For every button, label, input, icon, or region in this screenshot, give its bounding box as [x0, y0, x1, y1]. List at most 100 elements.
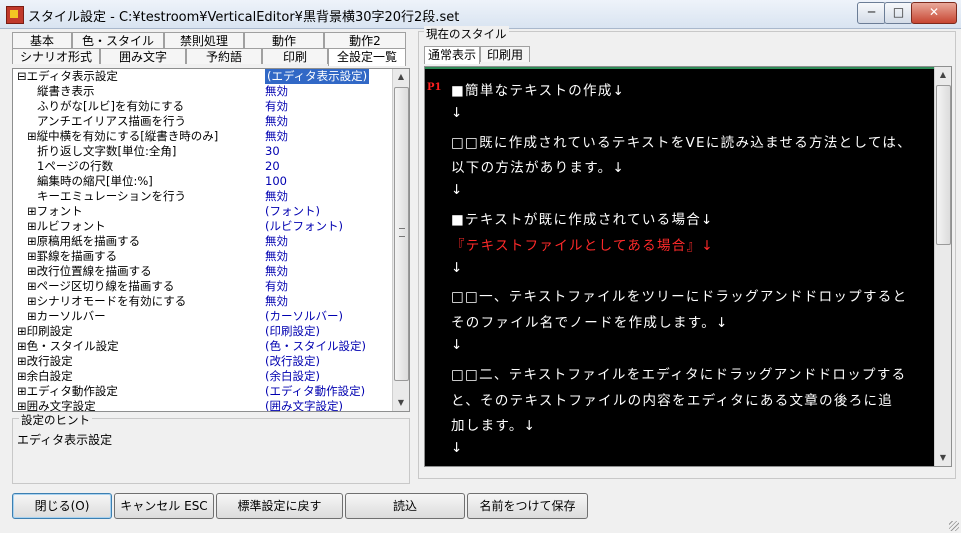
- close-button[interactable]: 閉じる(O): [12, 493, 112, 519]
- property-value[interactable]: 100: [265, 174, 287, 189]
- property-value[interactable]: 無効: [265, 189, 288, 204]
- property-scrollbar[interactable]: ▲ ▼: [392, 69, 409, 411]
- tab-behavior[interactable]: 動作: [244, 32, 324, 48]
- property-row[interactable]: ⊞シナリオモードを有効にする 無効: [13, 294, 393, 309]
- style-settings-window: スタイル設定 - C:¥testroom¥VerticalEditor¥黒背景横…: [0, 0, 961, 533]
- tab-print-view[interactable]: 印刷用: [480, 46, 530, 62]
- load-button[interactable]: 読込: [345, 493, 465, 519]
- maximize-button[interactable]: □: [884, 2, 913, 24]
- tab-basic[interactable]: 基本: [12, 32, 72, 48]
- property-value[interactable]: 無効: [265, 294, 288, 309]
- tab-all-settings[interactable]: 全設定一覧: [328, 48, 406, 66]
- property-row[interactable]: ⊞フォント (フォント): [13, 204, 393, 219]
- property-name: ⊞原稿用紙を描画する: [27, 234, 141, 248]
- property-value[interactable]: 無効: [265, 114, 288, 129]
- property-value[interactable]: 無効: [265, 234, 288, 249]
- scroll-down-arrow-icon[interactable]: ▼: [393, 395, 409, 411]
- property-name: ⊞カーソルバー: [27, 309, 106, 323]
- property-row[interactable]: ⊞エディタ動作設定 (エディタ動作設定): [13, 384, 393, 399]
- property-row[interactable]: ⊞罫線を描画する 無効: [13, 249, 393, 264]
- property-value[interactable]: 有効: [265, 279, 288, 294]
- property-grid[interactable]: ⊟エディタ表示設定 (エディタ表示設定) 縦書き表示 無効 ふりがな[ルビ]を有効にする…: [12, 68, 410, 412]
- property-row[interactable]: ⊟エディタ表示設定 (エディタ表示設定): [13, 69, 393, 84]
- property-row[interactable]: ふりがな[ルビ]を有効にする 有効: [13, 99, 393, 114]
- property-name: ⊞ページ区切り線を描画する: [27, 279, 175, 293]
- settings-tabs-row2: シナリオ形式 囲み文字 予約語 印刷 全設定一覧: [12, 48, 406, 66]
- property-row[interactable]: ⊞印刷設定 (印刷設定): [13, 324, 393, 339]
- property-row[interactable]: 編集時の縮尺[単位:%] 100: [13, 174, 393, 189]
- property-value[interactable]: (フォント): [265, 204, 320, 219]
- property-row[interactable]: 1ページの行数 20: [13, 159, 393, 174]
- tab-enclosing-chars[interactable]: 囲み文字: [100, 48, 186, 64]
- property-row[interactable]: ⊞原稿用紙を描画する 無効: [13, 234, 393, 249]
- property-row[interactable]: ⊞カーソルバー (カーソルバー): [13, 309, 393, 324]
- property-value[interactable]: (カーソルバー): [265, 309, 343, 324]
- tab-normal-view[interactable]: 通常表示: [424, 46, 480, 64]
- property-name: ⊞シナリオモードを有効にする: [27, 294, 187, 308]
- title-bar[interactable]: スタイル設定 - C:¥testroom¥VerticalEditor¥黒背景横…: [0, 0, 961, 29]
- preview-scroll-thumb[interactable]: [936, 85, 951, 245]
- property-value[interactable]: (印刷設定): [265, 324, 320, 339]
- preview-line: ↓: [451, 337, 464, 353]
- tab-color-style[interactable]: 色・スタイル: [72, 32, 164, 48]
- property-value[interactable]: (囲み文字設定): [265, 399, 343, 411]
- property-value[interactable]: 30: [265, 144, 280, 159]
- property-row[interactable]: 折り返し文字数[単位:全角] 30: [13, 144, 393, 159]
- tab-print[interactable]: 印刷: [262, 48, 328, 64]
- preview-scroll-down-icon[interactable]: ▼: [935, 450, 951, 466]
- property-value[interactable]: 無効: [265, 249, 288, 264]
- property-value[interactable]: (色・スタイル設定): [265, 339, 366, 354]
- property-name: ⊞改行設定: [17, 354, 73, 368]
- preview-line: □□二、テキストファイルをエディタにドラッグアンドドロップする: [451, 366, 907, 383]
- preview-scroll-up-icon[interactable]: ▲: [935, 67, 951, 83]
- property-value[interactable]: 無効: [265, 84, 288, 99]
- property-name: ⊟エディタ表示設定: [17, 69, 118, 83]
- property-value[interactable]: 無効: [265, 129, 288, 144]
- preview-top-line: [425, 67, 951, 69]
- minimize-button[interactable]: ─: [857, 2, 886, 24]
- property-name: 縦書き表示: [37, 84, 95, 98]
- settings-tabs-row1: 基本 色・スタイル 禁則処理 動作 動作2: [12, 32, 406, 48]
- scroll-up-arrow-icon[interactable]: ▲: [393, 69, 409, 85]
- tab-kinsoku[interactable]: 禁則処理: [164, 32, 244, 48]
- property-row[interactable]: ⊞囲み文字設定 (囲み文字設定): [13, 399, 393, 411]
- property-value[interactable]: (エディタ動作設定): [265, 384, 365, 399]
- property-value[interactable]: 20: [265, 159, 280, 174]
- property-name: 編集時の縮尺[単位:%]: [37, 174, 153, 188]
- property-row[interactable]: アンチエイリアス描画を行う 無効: [13, 114, 393, 129]
- style-preview[interactable]: P1 ■簡単なテキストの作成↓ ↓ □□既に作成されているテキストをVEに読み込ませ…: [424, 66, 952, 467]
- property-value[interactable]: 無効: [265, 264, 288, 279]
- property-row[interactable]: ⊞改行設定 (改行設定): [13, 354, 393, 369]
- preview-scrollbar[interactable]: ▲ ▼: [934, 67, 951, 466]
- preview-line: 『テキストファイルとしてある場合』↓: [451, 237, 714, 254]
- property-row[interactable]: ⊞縦中横を有効にする[縦書き時のみ] 無効: [13, 129, 393, 144]
- property-value[interactable]: 有効: [265, 99, 288, 114]
- property-name: ⊞エディタ動作設定: [17, 384, 118, 398]
- hint-text: エディタ表示設定: [17, 433, 113, 447]
- tab-behavior2[interactable]: 動作2: [324, 32, 406, 48]
- property-row[interactable]: ⊞ルビフォント (ルビフォント): [13, 219, 393, 234]
- property-value[interactable]: (改行設定): [265, 354, 320, 369]
- property-value[interactable]: (ルビフォント): [265, 219, 343, 234]
- property-name: ふりがな[ルビ]を有効にする: [37, 99, 185, 113]
- preview-line: ↓: [451, 259, 464, 276]
- property-value[interactable]: (エディタ表示設定): [265, 69, 370, 84]
- close-window-button[interactable]: ✕: [911, 2, 957, 24]
- property-row[interactable]: 縦書き表示 無効: [13, 84, 393, 99]
- property-value[interactable]: (余白設定): [265, 369, 320, 384]
- property-row[interactable]: ⊞ページ区切り線を描画する 有効: [13, 279, 393, 294]
- save-as-button[interactable]: 名前をつけて保存: [467, 493, 588, 519]
- scroll-thumb[interactable]: [394, 87, 409, 381]
- tab-scenario[interactable]: シナリオ形式: [12, 48, 100, 64]
- resize-grip-icon[interactable]: [949, 521, 959, 531]
- property-row[interactable]: キーエミュレーションを行う 無効: [13, 189, 393, 204]
- property-row[interactable]: ⊞余白設定 (余白設定): [13, 369, 393, 384]
- property-row[interactable]: ⊞改行位置線を描画する 無効: [13, 264, 393, 279]
- cancel-button[interactable]: キャンセル ESC: [114, 493, 214, 519]
- preview-line: □□一、テキストファイルをツリーにドラッグアンドドロップすると: [451, 289, 908, 306]
- property-name: ⊞色・スタイル設定: [17, 339, 119, 353]
- preview-line: 加します。↓: [451, 418, 537, 435]
- property-row[interactable]: ⊞色・スタイル設定 (色・スタイル設定): [13, 339, 393, 354]
- reset-defaults-button[interactable]: 標準設定に戻す: [216, 493, 343, 519]
- tab-reserved-words[interactable]: 予約語: [186, 48, 262, 64]
